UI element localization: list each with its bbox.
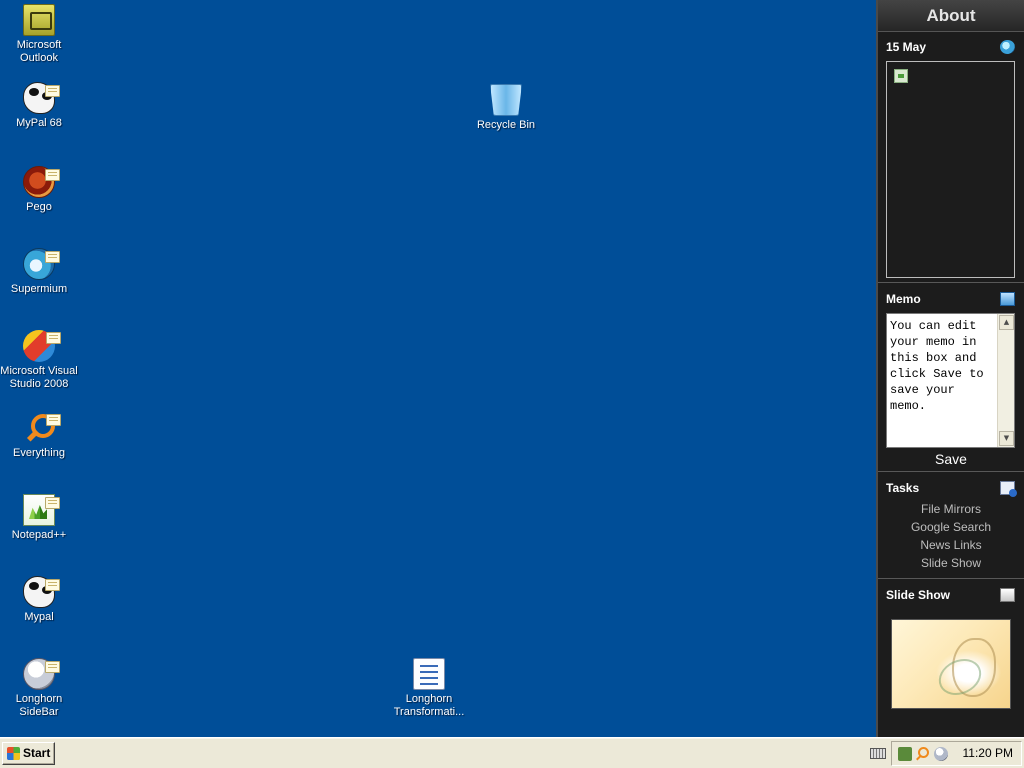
pego-icon	[23, 166, 60, 198]
desktop-icon-label: Microsoft Visual Studio 2008	[0, 365, 78, 390]
memo-heading: Memo	[886, 292, 921, 306]
desktop-icon-mypal-68[interactable]: MyPal 68	[0, 82, 78, 130]
task-item-google-search[interactable]: Google Search	[878, 518, 1024, 536]
task-item-news-links[interactable]: News Links	[878, 536, 1024, 554]
desktop-icon-label: MyPal 68	[16, 117, 62, 129]
longhorn-sidebar-icon	[23, 658, 60, 690]
memo-header: Memo	[878, 287, 1024, 311]
shortcut-arrow-icon	[45, 251, 60, 263]
shortcut-arrow-icon	[46, 414, 61, 426]
document-checklist-icon	[413, 658, 445, 690]
windows-logo-icon	[7, 747, 20, 760]
shortcut-arrow-icon	[45, 169, 60, 181]
desktop-icon-visual-studio-2008[interactable]: Microsoft Visual Studio 2008	[0, 330, 78, 391]
shortcut-arrow-icon	[45, 579, 60, 591]
task-item-file-mirrors[interactable]: File Mirrors	[878, 500, 1024, 518]
tasks-settings-icon[interactable]	[1000, 481, 1017, 497]
divider	[878, 578, 1024, 579]
desktop-icon-label: Mypal	[24, 611, 54, 623]
calendar-tile[interactable]	[886, 61, 1015, 278]
outlook-icon	[23, 4, 55, 36]
shortcut-arrow-icon	[45, 85, 60, 97]
image-placeholder-icon	[894, 69, 908, 83]
shortcut-arrow-icon	[45, 497, 60, 509]
desktop-icon-supermium[interactable]: Supermium	[0, 248, 78, 296]
calendar-date: 15 May	[886, 40, 927, 54]
desktop-icon-label: Pego	[26, 201, 52, 213]
calendar-header: 15 May	[878, 35, 1024, 59]
start-button[interactable]: Start	[2, 742, 55, 765]
memo-note-icon[interactable]	[1000, 292, 1015, 306]
globe-icon[interactable]	[1000, 40, 1015, 54]
clock[interactable]: 11:20 PM	[963, 742, 1013, 765]
desktop-icon-everything[interactable]: Everything	[0, 412, 78, 460]
desktop-icon-label: Microsoft Outlook	[16, 39, 62, 64]
mypal-icon	[23, 576, 60, 608]
divider	[878, 471, 1024, 472]
supermium-browser-icon	[23, 248, 60, 280]
desktop-icon-notepad-plus-plus[interactable]: Notepad++	[0, 494, 78, 542]
desktop-icon-label: Notepad++	[11, 529, 67, 541]
system-tray: 11:20 PM	[891, 741, 1022, 766]
desktop-icon-label: Longhorn Transformati...	[393, 693, 465, 718]
slideshow-header: Slide Show	[878, 583, 1024, 607]
longhorn-sidebar-tray-icon[interactable]	[934, 747, 948, 761]
memo-textarea[interactable]: You can edit your memo in this box and c…	[887, 314, 997, 447]
desktop-icon-recycle-bin[interactable]: Recycle Bin	[467, 84, 545, 132]
scroll-up-arrow-icon[interactable]: ▲	[999, 315, 1014, 330]
longhorn-sidebar: About 15 May Memo You can edit your memo…	[876, 0, 1024, 737]
memo-save-button[interactable]: Save	[921, 451, 981, 467]
shortcut-arrow-icon	[46, 332, 61, 344]
task-list: File Mirrors Google Search News Links Sl…	[878, 500, 1024, 574]
shortcut-arrow-icon	[45, 661, 60, 673]
desktop-icon-pego[interactable]: Pego	[0, 166, 78, 214]
desktop-icon-longhorn-transformation[interactable]: Longhorn Transformati...	[390, 658, 468, 719]
network-tray-icon[interactable]	[898, 747, 912, 761]
taskbar: Start 11:20 PM	[0, 737, 1024, 768]
slideshow-image[interactable]	[891, 619, 1011, 709]
everything-search-tray-icon[interactable]	[916, 747, 930, 761]
magnifier-search-icon	[23, 412, 61, 444]
keyboard-icon[interactable]	[870, 748, 886, 759]
tasks-header: Tasks	[878, 476, 1024, 500]
desktop-icon-label: Supermium	[10, 283, 68, 295]
desktop-icon-label: Recycle Bin	[476, 119, 536, 131]
slideshow-heading: Slide Show	[886, 588, 951, 602]
visual-studio-icon	[23, 330, 61, 362]
memo-scrollbar[interactable]: ▲ ▼	[997, 314, 1014, 447]
tasks-heading: Tasks	[886, 481, 920, 495]
desktop-icon-microsoft-outlook[interactable]: Microsoft Outlook	[0, 4, 78, 65]
start-label: Start	[23, 746, 51, 760]
desktop-icon-mypal[interactable]: Mypal	[0, 576, 78, 624]
task-item-slide-show[interactable]: Slide Show	[878, 554, 1024, 572]
scroll-down-arrow-icon[interactable]: ▼	[999, 431, 1014, 446]
recycle-bin-icon	[490, 84, 522, 116]
memo-box: You can edit your memo in this box and c…	[886, 313, 1015, 448]
mypal-icon	[23, 82, 60, 114]
desktop-icon-label: Longhorn SideBar	[15, 693, 63, 718]
slideshow-frame-icon[interactable]	[1000, 588, 1015, 602]
desktop-icon-label: Everything	[13, 447, 65, 459]
desktop-icon-longhorn-sidebar[interactable]: Longhorn SideBar	[0, 658, 78, 719]
sidebar-about-button[interactable]: About	[878, 0, 1024, 32]
notepad-plus-plus-icon	[23, 494, 60, 526]
divider	[878, 282, 1024, 283]
